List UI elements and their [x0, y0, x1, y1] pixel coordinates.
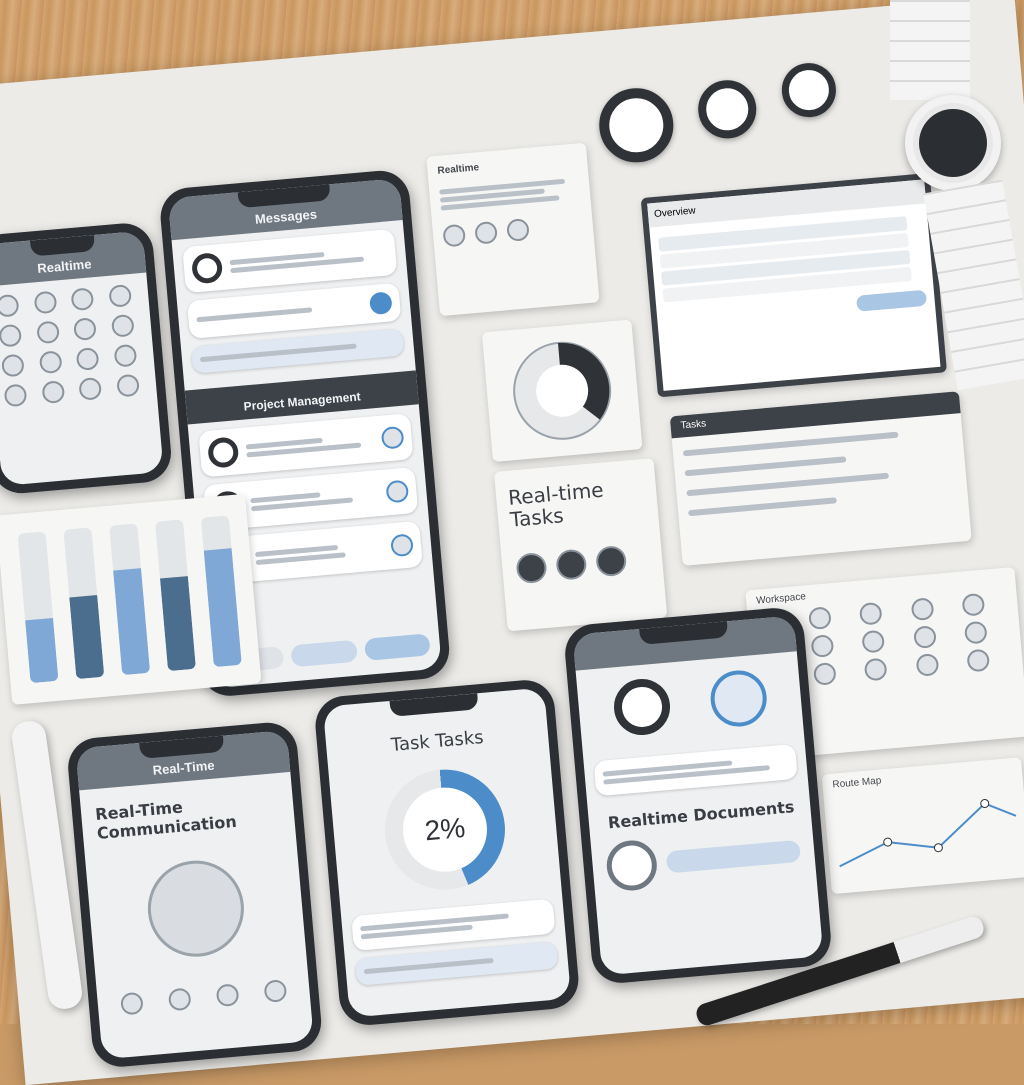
- chart-panel: [481, 319, 643, 463]
- bar-fill: [203, 548, 242, 668]
- app-icon[interactable]: [113, 343, 137, 368]
- app-icon[interactable]: [3, 383, 28, 408]
- app-icon[interactable]: [120, 991, 144, 1016]
- app-icon[interactable]: [442, 223, 467, 248]
- progress-ring: 2%: [379, 764, 510, 895]
- bar-fill: [159, 576, 196, 672]
- app-icon[interactable]: [859, 601, 884, 626]
- bar-track: [63, 527, 105, 680]
- open-button[interactable]: [665, 839, 802, 874]
- phone-communication: Real-Time Real-Time Communication: [65, 720, 324, 1070]
- app-icon[interactable]: [813, 662, 837, 686]
- watch-face-icon: [919, 109, 987, 177]
- watch-strap: [890, 0, 970, 100]
- app-icon[interactable]: [0, 293, 20, 318]
- panel-heading: Real-time Tasks: [507, 477, 605, 532]
- app-icon[interactable]: [966, 648, 990, 673]
- check-icon[interactable]: [390, 533, 414, 558]
- app-icon[interactable]: [594, 544, 628, 578]
- map-panel: Route Map: [821, 757, 1024, 895]
- avatar-icon[interactable]: [707, 668, 769, 729]
- tasks-slider-panel: Tasks: [669, 391, 972, 566]
- mockup-sheet: Realtime Messages Project Management Rea…: [0, 0, 1024, 1085]
- icon-row: [431, 201, 594, 261]
- bar-fill: [25, 617, 59, 684]
- check-icon[interactable]: [380, 425, 405, 450]
- app-icon[interactable]: [515, 551, 548, 585]
- app-icon[interactable]: [0, 323, 23, 348]
- table-window: Overview: [640, 172, 947, 398]
- app-icon[interactable]: [864, 657, 888, 682]
- bar-fill: [113, 568, 151, 676]
- tab-button[interactable]: [363, 633, 431, 661]
- app-icon[interactable]: [33, 290, 57, 315]
- bar-track: [109, 523, 151, 676]
- phone-realtime: Realtime: [0, 220, 174, 496]
- status-icon: [206, 436, 240, 469]
- app-icon[interactable]: [963, 620, 988, 645]
- app-icon[interactable]: [40, 380, 65, 405]
- app-icon[interactable]: [263, 979, 288, 1003]
- check-icon[interactable]: [385, 479, 410, 504]
- app-icon[interactable]: [115, 373, 140, 398]
- avatar-icon: [190, 251, 224, 285]
- app-icon[interactable]: [910, 597, 935, 622]
- app-icon[interactable]: [35, 320, 60, 345]
- avatar-row: [576, 651, 804, 754]
- app-icon[interactable]: [506, 218, 530, 242]
- route-map: [839, 798, 1017, 868]
- phone-documents: Realtime Documents: [562, 605, 834, 986]
- action-button[interactable]: [855, 289, 928, 312]
- app-icon[interactable]: [215, 983, 240, 1008]
- app-icon[interactable]: [915, 653, 939, 677]
- icon-row: [95, 957, 310, 1017]
- app-icon[interactable]: [107, 284, 132, 308]
- bar-fill: [69, 594, 105, 680]
- watch-case: [905, 95, 1001, 191]
- message-card[interactable]: [182, 228, 398, 294]
- avatar-icon[interactable]: [611, 676, 672, 738]
- icon-grid: [0, 273, 158, 419]
- doc-icon[interactable]: [604, 838, 659, 893]
- dial-icon[interactable]: [596, 85, 677, 166]
- app-icon[interactable]: [808, 606, 833, 631]
- globe-icon: [143, 856, 248, 961]
- tasks-panel: Real-time Tasks: [493, 458, 668, 632]
- app-icon[interactable]: [167, 987, 192, 1012]
- bar-chart-panel: [0, 493, 262, 705]
- tab-button[interactable]: [290, 639, 358, 668]
- app-icon[interactable]: [810, 634, 835, 658]
- bar-track: [200, 515, 242, 668]
- donut-chart: [513, 341, 612, 440]
- app-icon[interactable]: [0, 353, 25, 378]
- app-icon[interactable]: [555, 548, 588, 581]
- app-icon[interactable]: [70, 287, 95, 312]
- app-icon[interactable]: [38, 350, 63, 375]
- dial-icon[interactable]: [779, 60, 839, 120]
- app-icon[interactable]: [912, 625, 937, 650]
- project-card[interactable]: [198, 413, 414, 478]
- app-icon[interactable]: [961, 592, 986, 617]
- bar-track: [155, 519, 196, 672]
- app-icon[interactable]: [78, 376, 103, 401]
- app-icon[interactable]: [474, 220, 499, 245]
- realtime-panel: Realtime: [426, 142, 600, 317]
- dial-icon[interactable]: [695, 77, 759, 141]
- send-icon[interactable]: [368, 291, 393, 316]
- app-icon[interactable]: [110, 313, 135, 338]
- app-icon[interactable]: [861, 629, 886, 654]
- phone-tasks: Task Tasks 2%: [313, 677, 581, 1028]
- app-icon[interactable]: [75, 347, 100, 371]
- bar-track: [17, 531, 59, 684]
- app-icon[interactable]: [73, 317, 97, 342]
